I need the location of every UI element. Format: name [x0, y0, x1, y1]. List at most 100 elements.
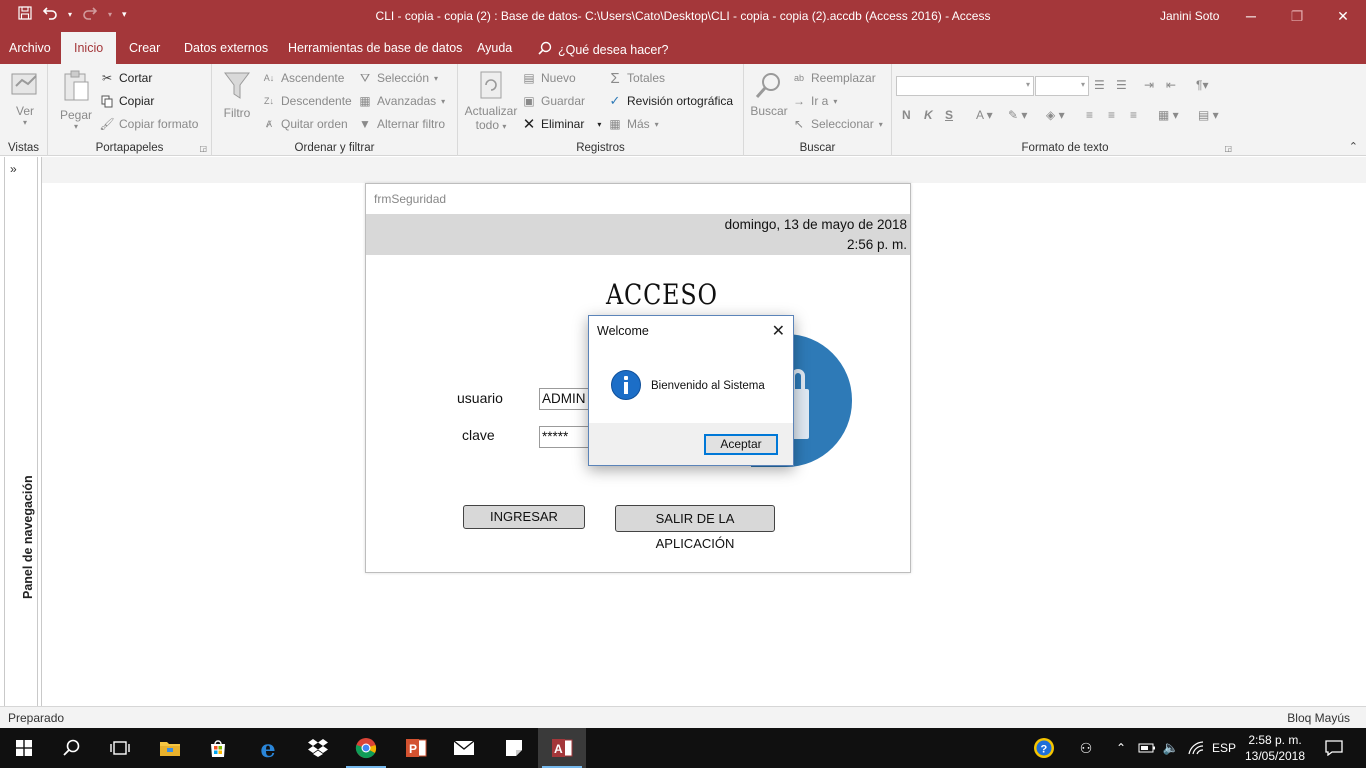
- chrome-button[interactable]: [342, 728, 390, 768]
- spelling-check-icon: ✓: [609, 93, 621, 108]
- eliminar-button[interactable]: ✕ Eliminar ▾: [522, 116, 602, 133]
- ingresar-button[interactable]: INGRESAR: [463, 505, 585, 529]
- dialog-launcher-icon[interactable]: ◲: [199, 144, 207, 153]
- decrease-indent-icon[interactable]: ⇤: [1166, 78, 1176, 92]
- close-icon[interactable]: ✕: [772, 321, 785, 341]
- nuevo-button[interactable]: ▤ Nuevo: [522, 71, 575, 85]
- revision-ortografica-button[interactable]: ✓ Revisión ortográfica: [608, 93, 734, 108]
- descendente-button[interactable]: Z↓ Descendente: [262, 94, 352, 108]
- aceptar-button[interactable]: Aceptar: [704, 434, 778, 455]
- chevron-down-icon: ▾: [878, 119, 883, 129]
- italic-button[interactable]: K: [924, 108, 933, 122]
- help-icon[interactable]: ?: [1030, 728, 1058, 768]
- copiar-button[interactable]: Copiar: [100, 94, 154, 108]
- alternate-row-color-icon[interactable]: ▤ ▾: [1198, 108, 1219, 122]
- start-button[interactable]: [0, 728, 48, 768]
- people-icon[interactable]: ⚇: [1074, 728, 1098, 768]
- filtro-button[interactable]: Filtro: [220, 70, 254, 120]
- seleccion-button[interactable]: ⛛ Selección ▾: [358, 71, 438, 86]
- chevron-down-icon[interactable]: ▾: [597, 120, 601, 129]
- signed-in-user[interactable]: Janini Soto: [1160, 9, 1219, 23]
- form-time: 2:56 p. m.: [846, 237, 907, 252]
- font-size-select[interactable]: ▾: [1035, 76, 1089, 96]
- store-button[interactable]: [194, 728, 242, 768]
- dialog-launcher-icon[interactable]: ◲: [1224, 144, 1232, 153]
- alternar-filtro-button[interactable]: ▼ Alternar filtro: [358, 117, 445, 131]
- nav-pane-label[interactable]: Panel de navegación: [21, 475, 35, 599]
- show-hidden-icons-icon[interactable]: ⌃: [1112, 728, 1130, 768]
- battery-icon[interactable]: [1136, 728, 1158, 768]
- file-explorer-button[interactable]: [146, 728, 194, 768]
- powerpoint-button[interactable]: P: [392, 728, 440, 768]
- align-center-icon[interactable]: ≡: [1108, 108, 1115, 122]
- expand-nav-icon[interactable]: »: [10, 162, 17, 176]
- minimize-icon[interactable]: ─: [1228, 0, 1274, 32]
- pegar-button[interactable]: Pegar ▾: [58, 70, 94, 131]
- sticky-notes-button[interactable]: [490, 728, 538, 768]
- cortar-button[interactable]: ✂ Cortar: [100, 71, 152, 85]
- align-right-icon[interactable]: ≡: [1130, 108, 1137, 122]
- numbering-icon[interactable]: ☰: [1116, 78, 1127, 92]
- access-button[interactable]: A: [538, 728, 586, 768]
- search-icon: [63, 739, 80, 756]
- tab-herramientas[interactable]: Herramientas de base de datos: [276, 32, 474, 64]
- avanzadas-button[interactable]: ▦ Avanzadas ▾: [358, 94, 445, 108]
- dropbox-button[interactable]: [294, 728, 342, 768]
- font-color-icon[interactable]: A ▾: [976, 108, 993, 122]
- bullets-icon[interactable]: ☰: [1094, 78, 1105, 92]
- revision-label: Revisión ortográfica: [627, 94, 734, 108]
- copiar-formato-button[interactable]: 🖌 Copiar formato: [99, 117, 198, 131]
- totales-button[interactable]: Σ Totales: [608, 70, 665, 87]
- align-left-icon[interactable]: ≡: [1086, 108, 1093, 122]
- reemplazar-label: Reemplazar: [811, 71, 876, 85]
- edge-button[interactable]: e: [244, 728, 292, 768]
- actualizar-todo-button[interactable]: Actualizar todo ▾: [462, 70, 520, 132]
- tab-inicio[interactable]: Inicio: [61, 32, 117, 64]
- edge-icon: e: [260, 733, 276, 763]
- task-view-button[interactable]: [96, 728, 144, 768]
- tab-ayuda[interactable]: Ayuda: [465, 32, 524, 64]
- seleccionar-button[interactable]: ↖ Seleccionar ▾: [792, 117, 883, 131]
- action-center-icon[interactable]: [1318, 728, 1350, 768]
- tell-me-box[interactable]: ¿Qué desea hacer?: [538, 41, 669, 58]
- font-name-select[interactable]: ▾: [896, 76, 1034, 96]
- gridlines-icon[interactable]: ▦ ▾: [1158, 108, 1179, 122]
- reemplazar-button[interactable]: ab Reemplazar: [792, 71, 876, 85]
- fill-color-icon[interactable]: ◈ ▾: [1046, 108, 1065, 122]
- taskbar-clock[interactable]: 2:58 p. m. 13/05/2018: [1240, 732, 1310, 764]
- mas-button[interactable]: ▦ Más ▾: [608, 117, 658, 131]
- ir-a-button[interactable]: → Ir a ▾: [792, 94, 837, 108]
- underline-button[interactable]: S: [945, 108, 953, 122]
- ver-button[interactable]: Ver ▾: [8, 70, 42, 127]
- bold-button[interactable]: N: [902, 108, 911, 122]
- chevron-down-icon: ▾: [441, 96, 446, 106]
- search-button[interactable]: [48, 728, 96, 768]
- close-icon[interactable]: ✕: [1320, 0, 1366, 32]
- tab-datos-externos[interactable]: Datos externos: [172, 32, 280, 64]
- group-registros: Actualizar todo ▾ ▤ Nuevo ▣ Guardar ✕ El…: [458, 64, 744, 156]
- mail-button[interactable]: [440, 728, 488, 768]
- highlight-icon[interactable]: ✎ ▾: [1008, 108, 1027, 122]
- alternar-filtro-label: Alternar filtro: [377, 117, 446, 131]
- quitar-orden-button[interactable]: Ⱥ Quitar orden: [262, 117, 348, 131]
- collapse-ribbon-icon[interactable]: ⌃: [1349, 140, 1358, 153]
- group-buscar: Buscar ab Reemplazar → Ir a ▾ ↖ Seleccio…: [744, 64, 892, 156]
- filtro-label: Filtro: [223, 106, 251, 120]
- restore-icon[interactable]: ❐: [1274, 0, 1320, 32]
- replace-icon: ab: [793, 73, 804, 83]
- navigation-pane-bar[interactable]: [4, 157, 38, 706]
- increase-indent-icon[interactable]: ⇥: [1144, 78, 1154, 92]
- guardar-button[interactable]: ▣ Guardar: [522, 94, 585, 108]
- volume-icon[interactable]: 🔈: [1160, 728, 1182, 768]
- group-label-portapapeles: Portapapeles: [95, 142, 164, 154]
- group-label-ordenar: Ordenar y filtrar: [294, 142, 375, 154]
- ascendente-button[interactable]: A↓ Ascendente: [262, 71, 345, 85]
- buscar-button[interactable]: Buscar: [748, 70, 790, 118]
- input-language[interactable]: ESP: [1210, 728, 1238, 768]
- tab-archivo[interactable]: Archivo: [0, 32, 63, 64]
- wifi-icon[interactable]: [1184, 728, 1208, 768]
- paragraph-direction-icon[interactable]: ¶▾: [1196, 78, 1208, 92]
- salir-button[interactable]: SALIR DE LA APLICACIÓN: [615, 505, 775, 551]
- ribbon-tabs: Archivo Inicio Crear Datos externos Herr…: [0, 32, 1366, 64]
- tab-crear[interactable]: Crear: [117, 32, 172, 64]
